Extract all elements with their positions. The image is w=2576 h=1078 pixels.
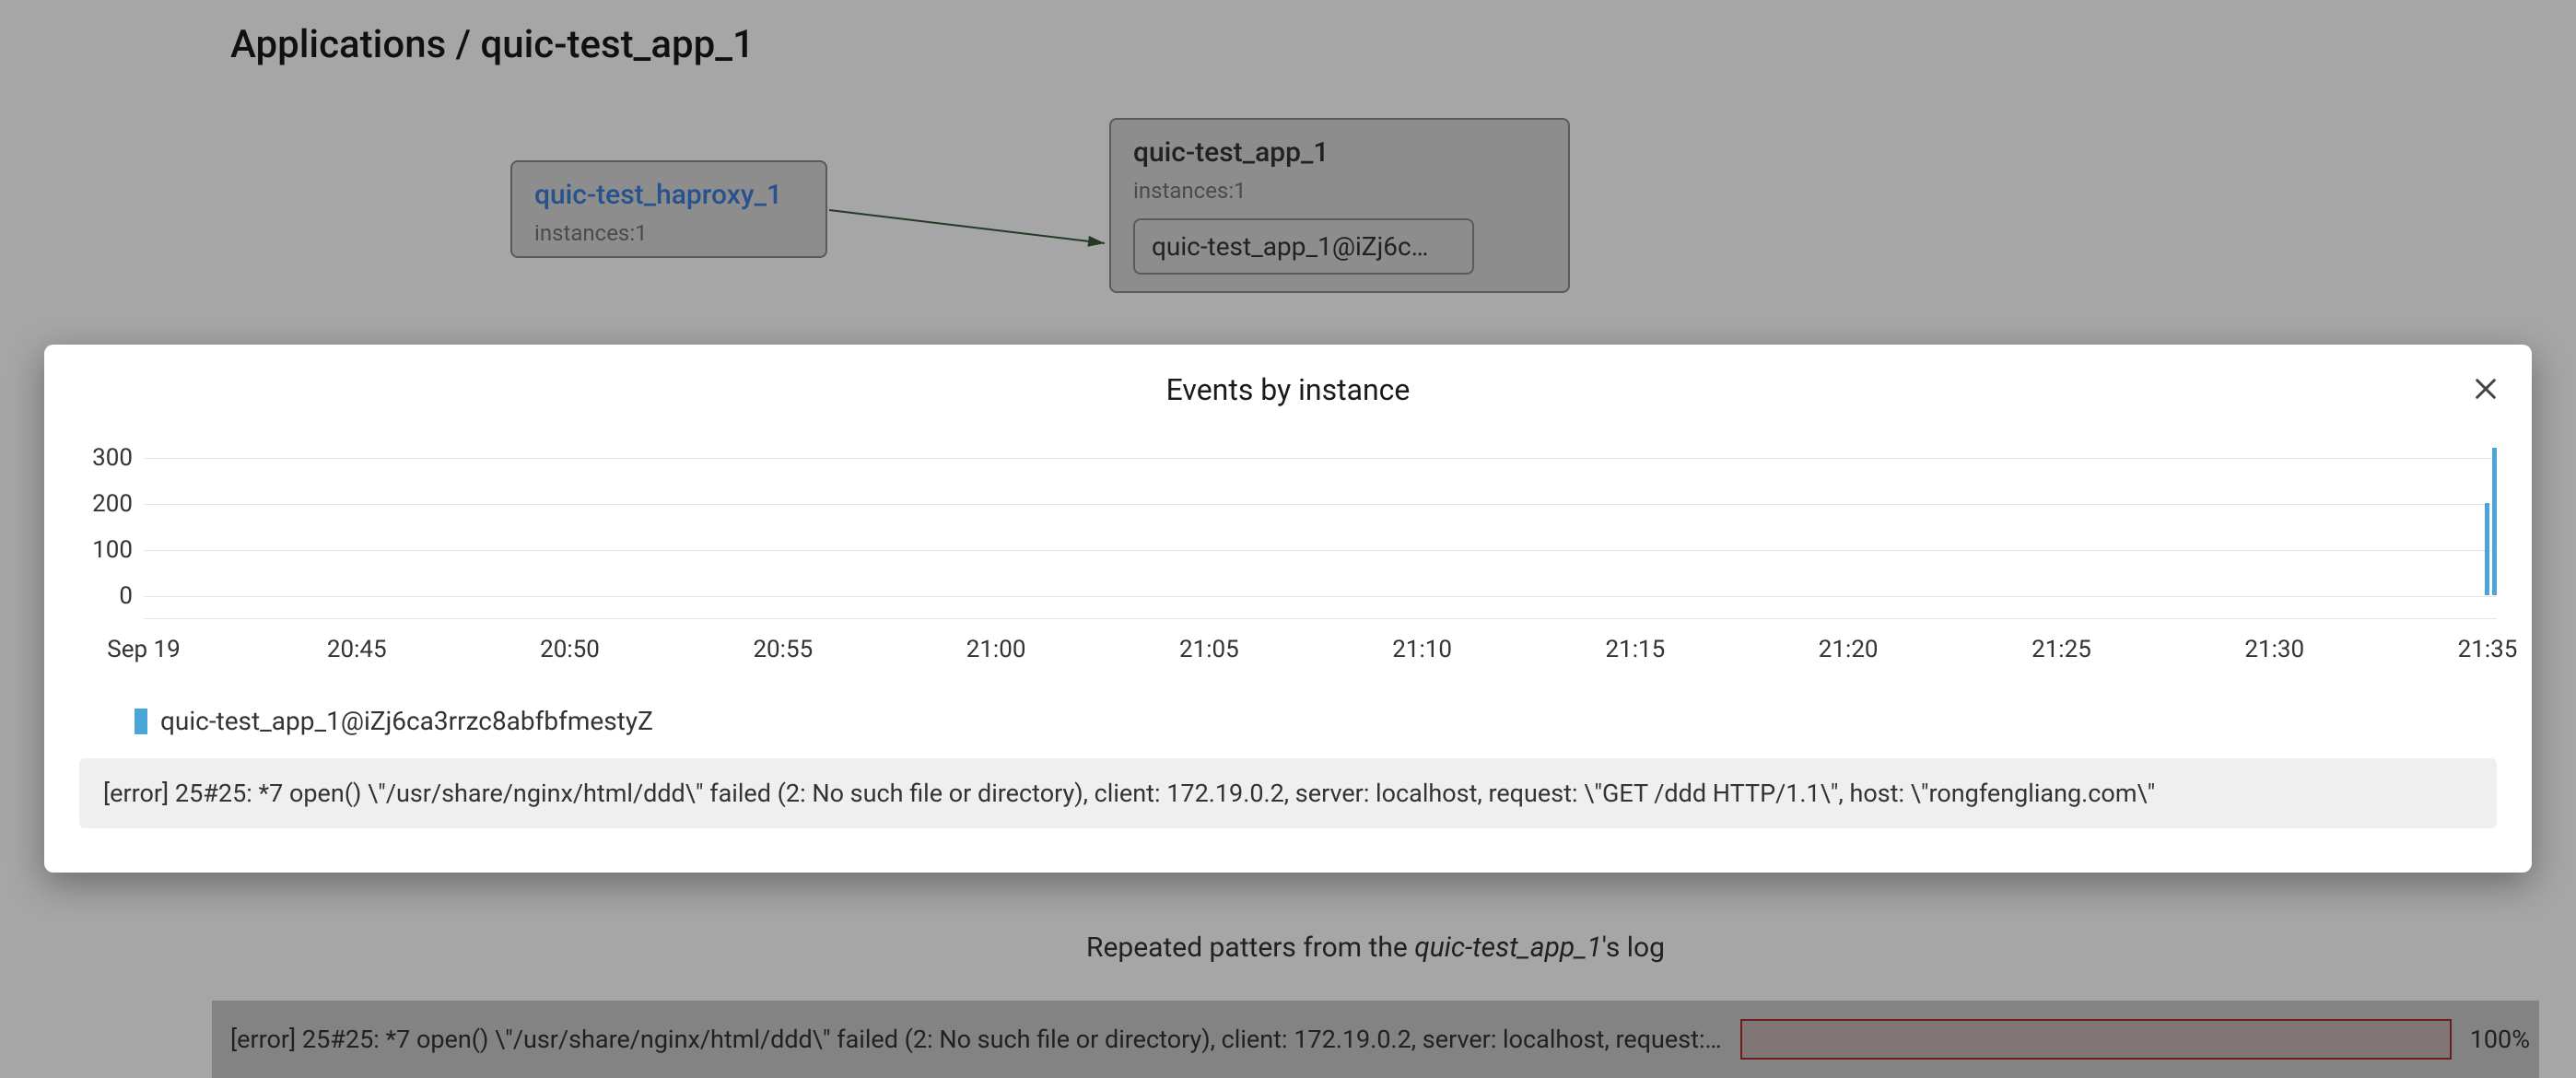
chart-x-tick: Sep 19 <box>107 636 181 663</box>
chart-x-tick: 21:35 <box>2458 636 2518 663</box>
chart[interactable]: 0 100 200 300 <box>79 435 2497 619</box>
chart-x-tick: 20:55 <box>753 636 813 663</box>
log-entry[interactable]: [error] 25#25: *7 open() \"/usr/share/ng… <box>79 758 2497 828</box>
chart-y-tick: 100 <box>79 536 144 564</box>
chart-x-tick: 21:20 <box>1819 636 1879 663</box>
close-icon <box>2473 376 2499 402</box>
chart-y-tick: 300 <box>79 444 144 472</box>
chart-x-tick: 20:45 <box>327 636 387 663</box>
close-button[interactable] <box>2467 370 2504 407</box>
chart-x-tick: 21:05 <box>1179 636 1239 663</box>
chart-plot-area <box>144 435 2497 619</box>
chart-x-tick: 20:50 <box>540 636 600 663</box>
chart-x-tick: 21:00 <box>966 636 1026 663</box>
chart-x-tick: 21:15 <box>1606 636 1666 663</box>
events-modal: Events by instance 0 100 200 300 Sep 19 20:4… <box>44 345 2532 873</box>
chart-gridline <box>144 550 2497 551</box>
modal-title: Events by instance <box>79 372 2497 407</box>
chart-y-tick: 200 <box>79 490 144 518</box>
chart-legend: quic-test_app_1@iZj6ca3rrzc8abfbfmestyZ <box>135 706 2497 736</box>
chart-x-axis: Sep 1920:4520:5020:5521:0021:0521:1021:1… <box>144 636 2488 669</box>
chart-bar <box>2492 448 2497 595</box>
chart-y-tick: 0 <box>79 582 144 610</box>
log-entry-text: [error] 25#25: *7 open() \"/usr/share/ng… <box>103 779 2155 808</box>
legend-swatch <box>135 709 147 734</box>
chart-bar <box>2485 503 2489 595</box>
chart-gridline <box>144 458 2497 459</box>
chart-x-tick: 21:30 <box>2244 636 2304 663</box>
chart-gridline <box>144 504 2497 505</box>
chart-x-tick: 21:10 <box>1392 636 1452 663</box>
chart-y-axis: 0 100 200 300 <box>79 435 144 619</box>
chart-gridline <box>144 596 2497 597</box>
chart-x-tick: 21:25 <box>2032 636 2091 663</box>
legend-label: quic-test_app_1@iZj6ca3rrzc8abfbfmestyZ <box>160 706 653 736</box>
